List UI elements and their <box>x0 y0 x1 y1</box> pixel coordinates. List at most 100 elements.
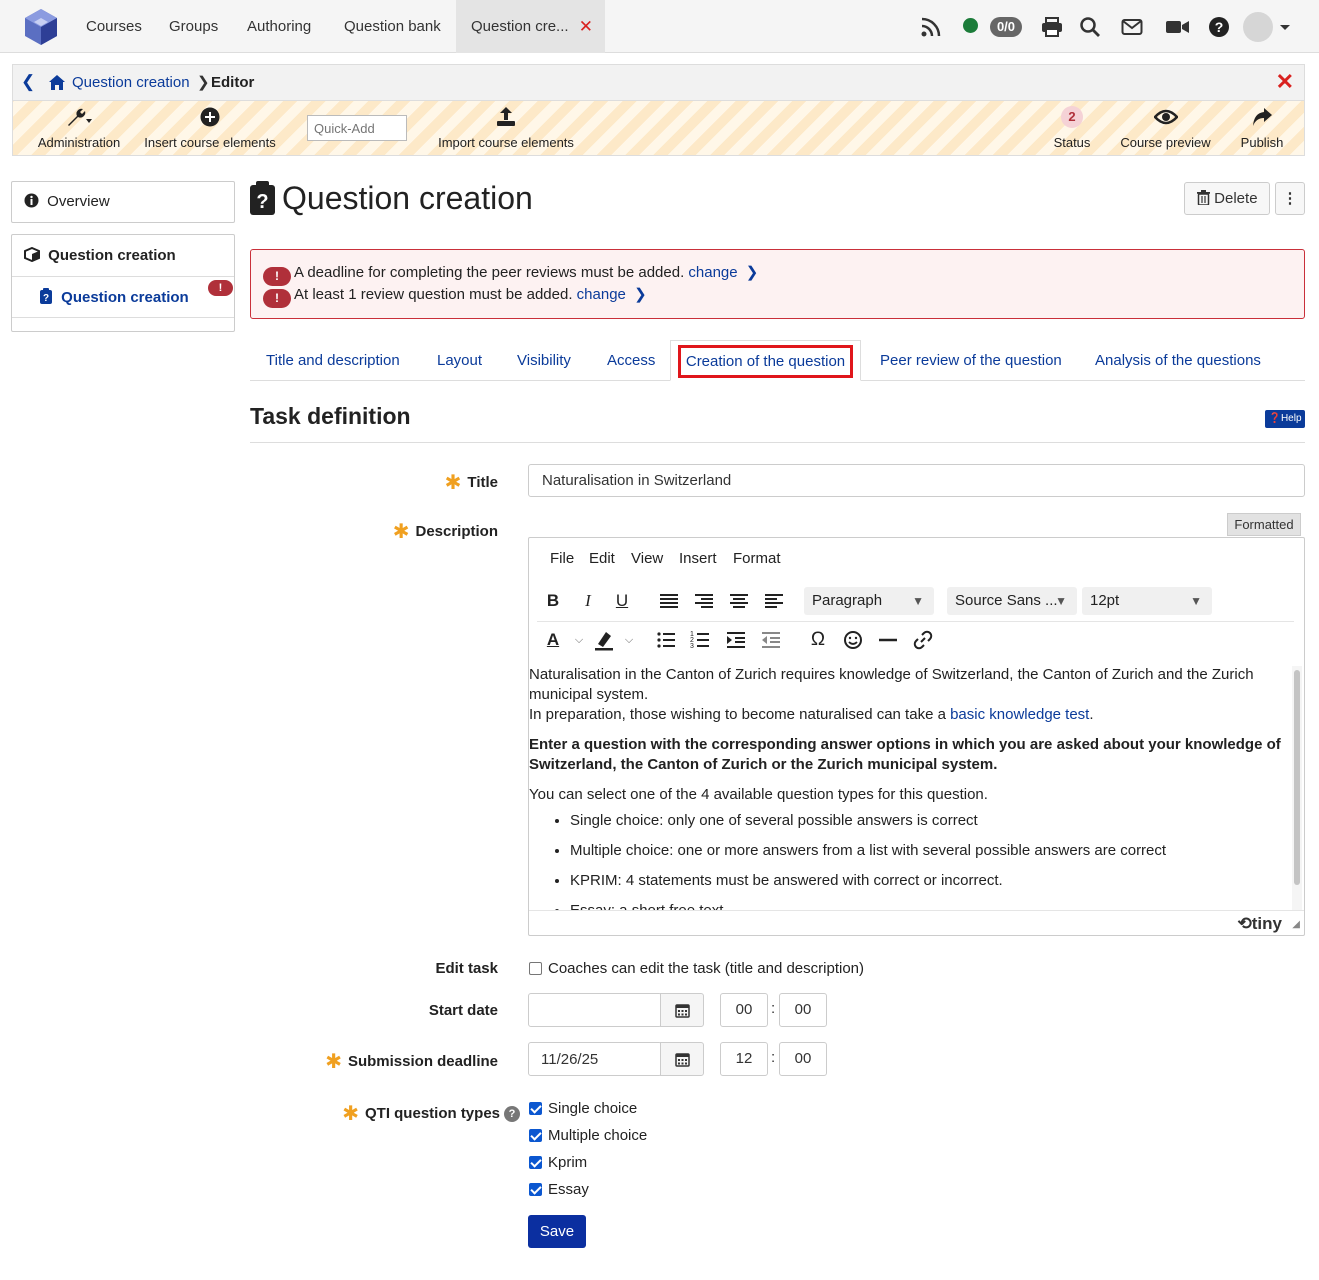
import-course-elements-button[interactable]: Import course elements <box>436 105 576 150</box>
editor-content[interactable]: Naturalisation in the Canton of Zurich r… <box>529 665 1289 910</box>
editor-scrollbar[interactable] <box>1292 666 1302 911</box>
online-status-icon[interactable] <box>963 18 978 33</box>
nav-groups[interactable]: Groups <box>169 0 218 53</box>
start-minute-input[interactable]: 00 <box>779 993 827 1027</box>
chevron-down-icon: ▼ <box>1055 594 1067 608</box>
tab-peer-review[interactable]: Peer review of the question <box>880 352 1062 369</box>
more-options-button[interactable]: ⋮ <box>1275 182 1305 215</box>
chevron-right-icon[interactable]: ❯ <box>634 286 647 303</box>
deadline-minute-input[interactable]: 00 <box>779 1042 827 1076</box>
tab-title-and-description[interactable]: Title and description <box>266 352 400 369</box>
time-separator: : <box>771 1049 776 1066</box>
alert-line: ! A deadline for completing the peer revi… <box>263 263 758 286</box>
save-button[interactable]: Save <box>528 1215 586 1248</box>
align-right-icon[interactable] <box>692 589 716 613</box>
status-button[interactable]: 2 Status <box>1049 105 1095 150</box>
italic-icon[interactable]: I <box>576 589 600 613</box>
course-preview-button[interactable]: Course preview <box>1118 105 1213 150</box>
resize-handle-icon[interactable]: ◢ <box>1292 919 1300 930</box>
emoji-icon[interactable] <box>841 628 865 652</box>
menu-format[interactable]: Format <box>733 550 781 567</box>
alert-change-link[interactable]: change <box>688 264 737 281</box>
mail-icon[interactable] <box>1121 16 1143 38</box>
chevron-down-icon[interactable]: ⌵ <box>617 628 641 652</box>
title-input[interactable] <box>528 464 1305 497</box>
tab-creation-of-the-question[interactable]: Creation of the question <box>670 340 861 381</box>
chat-counter-badge[interactable]: 0/0 <box>990 17 1022 37</box>
insert-course-elements-button[interactable]: Insert course elements <box>144 105 276 150</box>
tab-layout[interactable]: Layout <box>437 352 482 369</box>
align-center-icon[interactable] <box>727 589 751 613</box>
start-hour-input[interactable]: 00 <box>720 993 768 1027</box>
tiny-logo[interactable]: ⟲tiny <box>1238 914 1282 934</box>
single-choice-label: Single choice <box>548 1100 638 1117</box>
home-icon[interactable] <box>48 74 66 91</box>
administration-button[interactable]: Administration <box>27 105 131 150</box>
link-icon[interactable] <box>911 628 935 652</box>
single-choice-checkbox[interactable] <box>529 1102 542 1115</box>
tab-access[interactable]: Access <box>607 352 655 369</box>
nav-courses[interactable]: Courses <box>86 0 142 53</box>
search-icon[interactable] <box>1079 16 1101 38</box>
tab-analysis[interactable]: Analysis of the questions <box>1095 352 1261 369</box>
special-character-icon[interactable]: Ω <box>806 628 830 652</box>
nav-question-bank[interactable]: Question bank <box>344 0 441 53</box>
sidebar-item-course-root[interactable]: Question creation <box>24 246 176 264</box>
outdent-icon[interactable] <box>759 628 783 652</box>
sidebar-item-overview[interactable]: Overview <box>11 181 235 223</box>
help-icon[interactable]: ? <box>1208 16 1230 38</box>
deadline-hour-input[interactable]: 12 <box>720 1042 768 1076</box>
highlight-color-icon[interactable] <box>592 628 616 652</box>
bold-icon[interactable]: B <box>541 589 565 613</box>
rss-icon[interactable] <box>920 16 942 38</box>
delete-button[interactable]: Delete <box>1184 182 1270 215</box>
align-justify-icon[interactable] <box>657 589 681 613</box>
basic-knowledge-test-link[interactable]: basic knowledge test <box>950 706 1089 723</box>
back-arrow-icon[interactable]: ❮ <box>21 72 35 92</box>
block-format-select[interactable]: Paragraph ▼ <box>804 587 934 615</box>
submission-deadline-input[interactable] <box>528 1042 662 1076</box>
sidebar-item-question-creation[interactable]: ? Question creation <box>40 288 189 306</box>
breadcrumb-parent[interactable]: Question creation <box>72 74 190 91</box>
indent-icon[interactable] <box>724 628 748 652</box>
nav-authoring[interactable]: Authoring <box>247 0 311 53</box>
edit-task-checkbox[interactable] <box>529 962 542 975</box>
openolat-logo[interactable] <box>22 8 60 46</box>
publish-button[interactable]: Publish <box>1237 105 1287 150</box>
menu-insert[interactable]: Insert <box>679 550 717 567</box>
underline-icon[interactable]: U <box>610 589 634 613</box>
deadline-calendar-button[interactable] <box>660 1042 704 1076</box>
align-left-icon[interactable] <box>762 589 786 613</box>
print-icon[interactable] <box>1041 16 1063 38</box>
horizontal-line-icon[interactable] <box>876 628 900 652</box>
alert-change-link[interactable]: change <box>577 286 626 303</box>
start-date-input[interactable] <box>528 993 662 1027</box>
chevron-down-icon[interactable] <box>1280 25 1290 30</box>
tab-visibility[interactable]: Visibility <box>517 352 571 369</box>
formatted-toggle[interactable]: Formatted <box>1227 513 1301 536</box>
menu-view[interactable]: View <box>631 550 663 567</box>
start-date-calendar-button[interactable] <box>660 993 704 1027</box>
numbered-list-icon[interactable]: 123 <box>688 628 712 652</box>
menu-edit[interactable]: Edit <box>589 550 615 567</box>
font-size-select[interactable]: 12pt ▼ <box>1082 587 1212 615</box>
multiple-choice-checkbox[interactable] <box>529 1129 542 1142</box>
font-family-select[interactable]: Source Sans ... ▼ <box>947 587 1077 615</box>
avatar[interactable] <box>1243 12 1273 42</box>
quick-add-input[interactable] <box>307 115 407 141</box>
nav-tab-question-creation[interactable]: Question cre... ✕ <box>456 0 605 53</box>
close-tab-icon[interactable]: ✕ <box>579 0 593 53</box>
bullet-list-icon[interactable] <box>654 628 678 652</box>
administration-label: Administration <box>37 135 121 150</box>
help-button[interactable]: ❓Help <box>1265 410 1305 428</box>
close-editor-icon[interactable]: ✕ <box>1276 69 1294 95</box>
video-icon[interactable] <box>1165 16 1190 38</box>
kprim-checkbox[interactable] <box>529 1156 542 1169</box>
help-circle-icon[interactable]: ? <box>504 1106 520 1122</box>
text-color-icon[interactable]: A <box>541 628 565 652</box>
menu-file[interactable]: File <box>550 550 574 567</box>
chevron-right-icon[interactable]: ❯ <box>746 264 759 281</box>
essay-checkbox[interactable] <box>529 1183 542 1196</box>
scrollbar-thumb[interactable] <box>1294 670 1300 885</box>
chevron-down-icon[interactable]: ⌵ <box>567 628 591 652</box>
